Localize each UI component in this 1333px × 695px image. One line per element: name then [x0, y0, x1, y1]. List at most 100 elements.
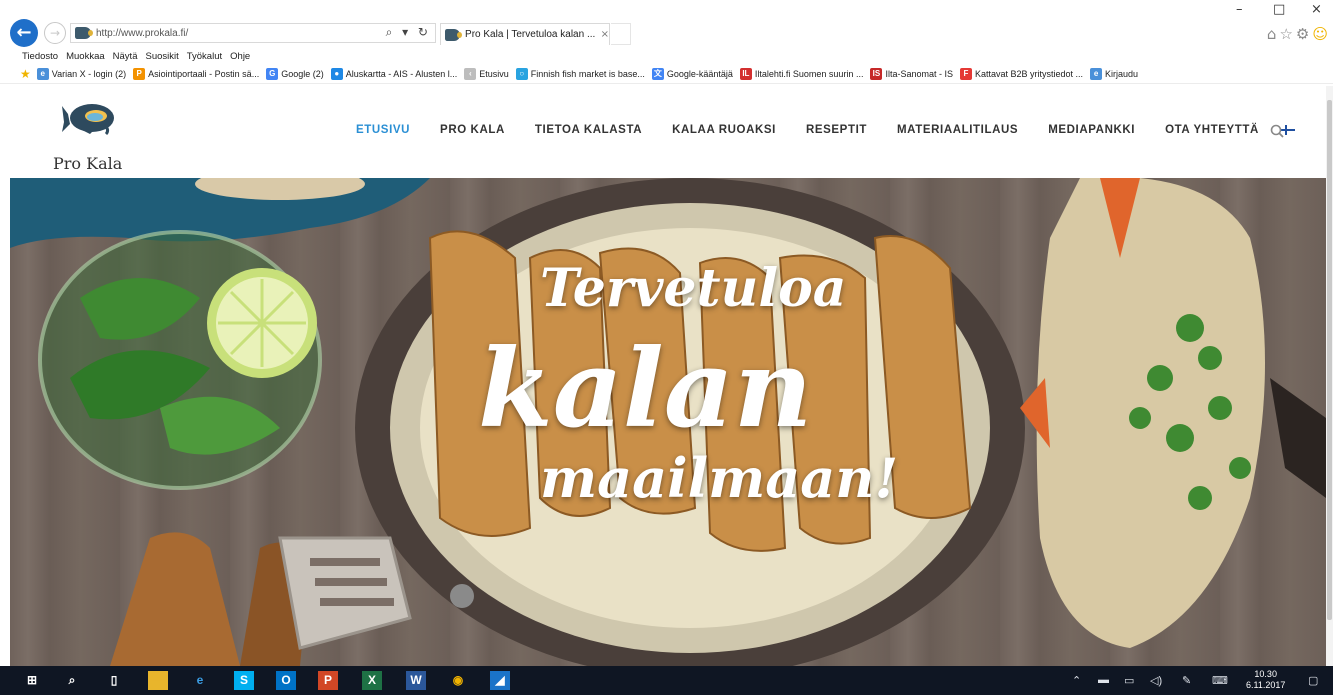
fish-logo-icon [62, 104, 114, 136]
hero-title-line1: Tervetuloa [540, 258, 847, 319]
tray-chevron-icon[interactable]: ⌃ [1072, 674, 1081, 687]
app-icon[interactable]: ◢ [490, 671, 510, 690]
windows-taskbar: ⌃ ▬ ▭ ◁) ✎ ⌨ 10.30 6.11.2017 ▢ ⊞ ⌕ ▯ ▬ e S O P X… [0, 666, 1333, 695]
notification-center-icon[interactable]: ▢ [1308, 674, 1318, 687]
skype-icon[interactable]: S [234, 671, 254, 690]
favorite-label: Etusivu [479, 68, 509, 79]
favorite-label: Asiointiportaali - Postin sä... [148, 68, 260, 79]
tray-battery-icon[interactable]: ▬ [1098, 674, 1109, 686]
favorite-label: Iltalehti.fi Suomen suurin ... [754, 68, 864, 79]
new-tab-button[interactable] [611, 23, 631, 45]
main-navigation: ETUSIVU PRO KALA TIETOA KALASTA KALAA RUOAK… [356, 124, 1319, 136]
favorite-label: Google-kääntäjä [666, 68, 733, 79]
nav-item-ota-yhteyttä[interactable]: OTA YHTEYTTÄ [1165, 124, 1259, 136]
favorite-link[interactable]: IL Iltalehti.fi Suomen suurin ... [739, 67, 864, 80]
scrollbar-thumb[interactable] [1327, 100, 1332, 620]
favorite-site-icon: ○ [515, 67, 528, 80]
logo-text: Pro Kala [53, 154, 123, 173]
page-scrollbar[interactable] [1326, 86, 1333, 666]
excel-icon[interactable]: X [362, 671, 382, 690]
edge-icon[interactable]: e [190, 671, 210, 690]
favorite-site-icon: 文 [651, 67, 664, 80]
menu-item[interactable]: Tiedosto [22, 51, 58, 62]
site-logo[interactable]: Pro Kala [50, 96, 140, 174]
file-explorer-icon[interactable]: ▬ [148, 671, 168, 690]
tray-keyboard-icon[interactable]: ⌨ [1212, 674, 1228, 687]
site-favicon-icon [75, 27, 93, 39]
favorite-site-icon: ● [330, 67, 343, 80]
favorite-site-icon: P [133, 67, 146, 80]
clock-time: 10.30 [1254, 669, 1277, 679]
word-icon[interactable]: W [406, 671, 426, 690]
favorite-label: Aluskartta - AIS - Alusten l... [345, 68, 458, 79]
address-bar[interactable]: http://www.prokala.fi/ ⌕ ▾ ↻ [70, 23, 436, 43]
close-window-button[interactable]: × [1311, 2, 1322, 17]
hero-title-line2: kalan [478, 326, 813, 452]
tab-close-icon[interactable]: × [601, 29, 609, 40]
search-icon[interactable] [1270, 124, 1284, 138]
favorite-label: Kirjaudu [1105, 68, 1139, 79]
nav-item-reseptit[interactable]: RESEPTIT [806, 124, 867, 136]
browser-toolbar: ← → http://www.prokala.fi/ ⌕ ▾ ↻ Pro Kal… [0, 0, 1333, 48]
favorite-link[interactable]: ● Aluskartta - AIS - Alusten l... [330, 67, 458, 80]
clock-date: 6.11.2017 [1246, 680, 1286, 690]
search-icon[interactable]: ⌕ [62, 671, 82, 690]
browser-tab[interactable]: Pro Kala | Tervetuloa kalan ... × [440, 23, 610, 45]
back-button[interactable]: ← [10, 19, 38, 47]
feedback-smiley-icon[interactable]: ☺ [1312, 25, 1331, 43]
favorite-link[interactable]: 文 Google-kääntäjä [651, 67, 733, 80]
minimize-button[interactable]: – [1236, 2, 1243, 17]
hero-title-line3: maailmaan! [540, 446, 899, 510]
favorite-link[interactable]: e Varian X - login (2) [36, 67, 127, 80]
address-tools-icons[interactable]: ⌕ ▾ ↻ [386, 25, 431, 40]
favorites-star-icon[interactable]: ☆ [1279, 25, 1295, 43]
browser-right-icons: ⌂☆⚙☺ [1267, 25, 1331, 43]
menu-item[interactable]: Näytä [113, 51, 138, 62]
favorites-bar: ★ e Varian X - login (2) P Asiointiportaali … [0, 64, 1333, 84]
start-icon[interactable]: ⊞ [22, 671, 42, 690]
site-header: Pro Kala ETUSIVU PRO KALA TIETOA KALASTA KA… [0, 86, 1333, 178]
nav-item-materiaalitilaus[interactable]: MATERIAALITILAUS [897, 124, 1018, 136]
favorite-link[interactable]: P Asiointiportaali - Postin sä... [133, 67, 260, 80]
favorite-link[interactable]: F Kattavat B2B yritystiedot ... [959, 67, 1084, 80]
favorite-link[interactable]: ‹ Etusivu [464, 67, 509, 80]
chrome-icon[interactable]: ◉ [448, 671, 468, 690]
menu-item[interactable]: Työkalut [187, 51, 222, 62]
forward-button[interactable]: → [44, 22, 66, 44]
taskbar-clock[interactable]: 10.30 6.11.2017 [1246, 669, 1285, 691]
hero-banner: Tervetuloa kalan maailmaan! [10, 178, 1326, 666]
favorite-label: Varian X - login (2) [51, 68, 127, 79]
favorite-label: Google (2) [281, 68, 324, 79]
nav-item-kalaa-ruoaksi[interactable]: KALAA RUOAKSI [672, 124, 776, 136]
tray-pen-icon[interactable]: ✎ [1182, 674, 1191, 687]
nav-item-mediapankki[interactable]: MEDIAPANKKI [1048, 124, 1135, 136]
address-text[interactable]: http://www.prokala.fi/ [96, 28, 188, 39]
favorite-label: Kattavat B2B yritystiedot ... [974, 68, 1084, 79]
favorite-site-icon: G [266, 67, 279, 80]
menu-item[interactable]: Muokkaa [66, 51, 105, 62]
menu-item[interactable]: Ohje [230, 51, 250, 62]
favorite-site-icon: IL [739, 67, 752, 80]
nav-item-tietoa-kalasta[interactable]: TIETOA KALASTA [535, 124, 642, 136]
tray-network-icon[interactable]: ▭ [1124, 674, 1134, 687]
menu-item[interactable]: Suosikit [145, 51, 178, 62]
favorites-star-icon[interactable]: ★ [20, 67, 31, 81]
task-view-icon[interactable]: ▯ [104, 671, 124, 690]
nav-item-pro-kala[interactable]: PRO KALA [440, 124, 505, 136]
favorite-link[interactable]: G Google (2) [266, 67, 324, 80]
favorite-link[interactable]: ○ Finnish fish market is base... [515, 67, 645, 80]
favorite-link[interactable]: IS Ilta-Sanomat - IS [870, 67, 953, 80]
tab-favicon-icon [445, 28, 463, 41]
favorite-site-icon: e [36, 67, 49, 80]
outlook-icon[interactable]: O [276, 671, 296, 690]
settings-gear-icon[interactable]: ⚙ [1296, 25, 1312, 43]
favorite-site-icon: e [1090, 67, 1103, 80]
favorite-link[interactable]: e Kirjaudu [1090, 67, 1139, 80]
nav-item-etusivu[interactable]: ETUSIVU [356, 124, 410, 136]
powerpoint-icon[interactable]: P [318, 671, 338, 690]
maximize-button[interactable]: □ [1273, 2, 1285, 17]
favorite-site-icon: F [959, 67, 972, 80]
tray-volume-icon[interactable]: ◁) [1150, 674, 1162, 687]
home-icon[interactable]: ⌂ [1267, 25, 1280, 43]
favorite-label: Ilta-Sanomat - IS [885, 68, 953, 79]
